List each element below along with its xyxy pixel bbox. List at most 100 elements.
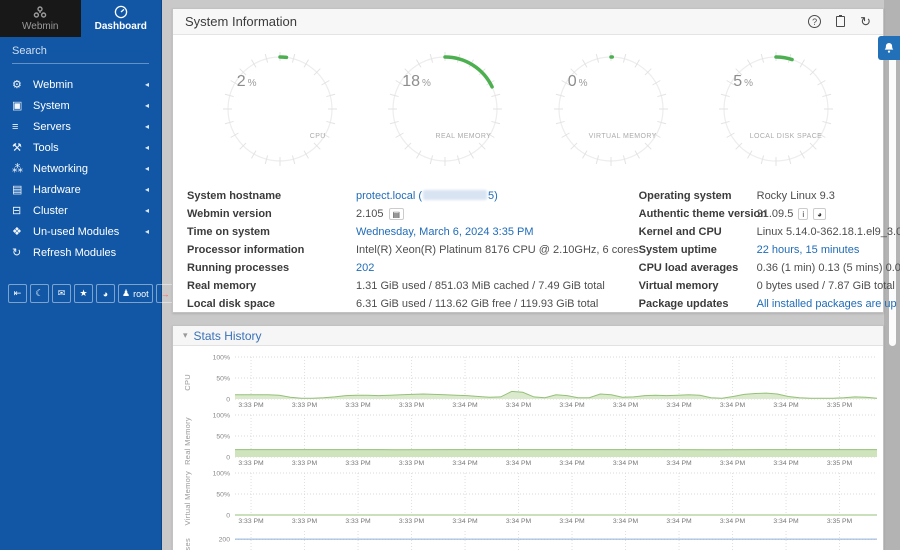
- info-row-package-updates: Package updatesAll installed packages ar…: [639, 295, 900, 313]
- user-icon: ♟: [122, 288, 130, 299]
- info-column-right: Operating systemRocky Linux 9.3Authentic…: [639, 187, 900, 313]
- svg-text:100%: 100%: [213, 412, 230, 419]
- svg-text:50%: 50%: [216, 375, 230, 382]
- sidebar-menu: ⚙Webmin◂ ▣ System ◂ ≡Servers◂⚒Tools◂⁂Network…: [0, 74, 161, 263]
- palette-icon[interactable]: ◕: [813, 208, 826, 220]
- sidebar-item-label: Un-used Modules: [33, 226, 145, 238]
- sidebar-item-tools[interactable]: ⚒Tools◂: [0, 137, 161, 158]
- svg-text:3:35 PM: 3:35 PM: [827, 518, 853, 525]
- refresh-icon[interactable]: ↻: [860, 15, 871, 28]
- collapse-sidebar-button[interactable]: ⇤: [8, 284, 27, 303]
- tab-webmin-label: Webmin: [22, 21, 59, 32]
- chevron-left-icon: ◂: [145, 206, 149, 215]
- user-button[interactable]: ♟root: [118, 284, 153, 303]
- gauge-cpu: 2%CPU: [221, 50, 339, 168]
- svg-text:3:34 PM: 3:34 PM: [720, 402, 746, 409]
- hardware-icon: ▤: [12, 183, 29, 196]
- chevron-left-icon: ◂: [145, 185, 149, 194]
- sidebar-item-hardware[interactable]: ▤Hardware◂: [0, 179, 161, 200]
- gauge-label: VIRTUAL MEMORY: [589, 133, 657, 140]
- tab-webmin[interactable]: Webmin: [0, 0, 81, 37]
- gauge-label: LOCAL DISK SPACE: [750, 133, 823, 140]
- svg-text:3:35 PM: 3:35 PM: [827, 460, 853, 467]
- svg-text:3:34 PM: 3:34 PM: [506, 402, 532, 409]
- tab-dashboard[interactable]: Dashboard: [81, 0, 162, 37]
- info-label: Time on system: [187, 226, 356, 238]
- gauges-row: 2%CPU18%REAL MEMORY0%VIRTUAL MEMORY5%LOC…: [173, 35, 883, 182]
- info-link[interactable]: 202: [356, 262, 374, 274]
- chevron-left-icon: ◂: [145, 143, 149, 152]
- info-value: 0.36 (1 min) 0.13 (5 mins) 0.04 (15 mins…: [757, 262, 900, 274]
- night-mode-button[interactable]: ☾: [30, 284, 49, 303]
- sidebar-item-refresh-modules[interactable]: ↻Refresh Modules: [0, 242, 161, 263]
- notifications-tab[interactable]: [878, 36, 900, 60]
- info-value: 0 bytes used / 7.87 GiB total: [757, 280, 895, 292]
- info-label: Virtual memory: [639, 280, 757, 292]
- chevron-left-icon: ◂: [145, 164, 149, 173]
- sidebar-footer: ⇤☾✉★◕♟root→: [8, 284, 175, 303]
- stats-charts: CPU3:33 PM3:33 PM3:33 PM3:33 PM3:34 PM3:…: [173, 346, 883, 550]
- svg-text:3:34 PM: 3:34 PM: [773, 402, 799, 409]
- logged-in-user: root: [133, 289, 149, 299]
- info-value: 202: [356, 262, 374, 274]
- info-value: 6.31 GiB used / 113.62 GiB free / 119.93…: [356, 298, 598, 310]
- search-input[interactable]: [12, 45, 154, 57]
- sidebar-item-label: Refresh Modules: [33, 247, 149, 259]
- svg-text:3:33 PM: 3:33 PM: [292, 402, 318, 409]
- sidebar-item-label: System: [33, 100, 145, 112]
- sysinfo-button[interactable]: ◕: [96, 284, 115, 303]
- collapse-icon: ⇤: [14, 288, 22, 299]
- sidebar-item-un-used-modules[interactable]: ❖Un-used Modules◂: [0, 221, 161, 242]
- info-row-kernel-and-cpu: Kernel and CPULinux 5.14.0-362.18.1.el9_…: [639, 223, 900, 241]
- unused-modules-icon: ❖: [12, 225, 29, 238]
- info-icon[interactable]: i: [798, 208, 808, 220]
- redacted-text: [423, 190, 487, 200]
- svg-text:3:34 PM: 3:34 PM: [452, 402, 478, 409]
- changelog-icon[interactable]: ▤: [389, 208, 405, 220]
- favorites-button[interactable]: ★: [74, 284, 93, 303]
- moon-icon: ☾: [35, 288, 43, 299]
- chart-processes: Processes3:33 PM3:33 PM3:33 PM3:33 PM3:3…: [179, 528, 881, 550]
- svg-text:3:34 PM: 3:34 PM: [506, 518, 532, 525]
- info-value: Intel(R) Xeon(R) Platinum 8176 CPU @ 2.1…: [356, 244, 639, 256]
- info-value: 1.31 GiB used / 851.03 MiB cached / 7.49…: [356, 280, 605, 292]
- mail-button[interactable]: ✉: [52, 284, 71, 303]
- chart-real-memory: Real Memory3:33 PM3:33 PM3:33 PM3:33 PM3…: [179, 412, 881, 469]
- info-label: Local disk space: [187, 298, 356, 310]
- info-link[interactable]: Wednesday, March 6, 2024 3:35 PM: [356, 226, 534, 238]
- svg-text:3:33 PM: 3:33 PM: [345, 460, 371, 467]
- svg-text:3:33 PM: 3:33 PM: [292, 518, 318, 525]
- sidebar-item-cluster[interactable]: ⊟Cluster◂: [0, 200, 161, 221]
- info-link[interactable]: All installed packages are up to date: [757, 298, 900, 310]
- sidebar-item-system[interactable]: ▣System◂: [0, 95, 161, 116]
- info-label: System uptime: [639, 244, 757, 256]
- gauge-virtual-memory: 0% VIRTUAL MEMORY: [552, 50, 670, 168]
- gauge-label: CPU: [310, 133, 326, 140]
- svg-text:3:34 PM: 3:34 PM: [613, 402, 639, 409]
- system-monitor-icon: ▣: [12, 99, 29, 112]
- svg-text:3:34 PM: 3:34 PM: [613, 460, 639, 467]
- info-row-virtual-memory: Virtual memory0 bytes used / 7.87 GiB to…: [639, 277, 900, 295]
- svg-text:3:34 PM: 3:34 PM: [452, 518, 478, 525]
- sidebar-item-servers[interactable]: ≡Servers◂: [0, 116, 161, 137]
- info-link[interactable]: 5): [488, 190, 498, 202]
- stats-title: Stats History: [194, 329, 262, 343]
- info-link[interactable]: 22 hours, 15 minutes: [757, 244, 860, 256]
- info-link[interactable]: protect.local (: [356, 190, 422, 202]
- gauge-percent: 0%: [568, 73, 588, 91]
- tab-dashboard-label: Dashboard: [95, 21, 147, 32]
- sidebar-item-label: Networking: [33, 163, 145, 175]
- clipboard-icon[interactable]: [836, 16, 845, 27]
- info-label: Operating system: [639, 190, 757, 202]
- svg-text:3:34 PM: 3:34 PM: [720, 518, 746, 525]
- svg-text:100%: 100%: [213, 354, 230, 361]
- sidebar-item-networking[interactable]: ⁂Networking◂: [0, 158, 161, 179]
- help-icon[interactable]: ?: [808, 15, 821, 28]
- chart-ylabel: Processes: [183, 538, 192, 550]
- info-value: protect.local ( 5): [356, 190, 498, 202]
- bell-icon: [883, 42, 895, 54]
- sidebar-item-webmin[interactable]: ⚙Webmin◂: [0, 74, 161, 95]
- svg-text:0: 0: [226, 396, 230, 403]
- stats-header: ▾ Stats History: [173, 326, 883, 346]
- collapse-caret-icon[interactable]: ▾: [183, 330, 188, 341]
